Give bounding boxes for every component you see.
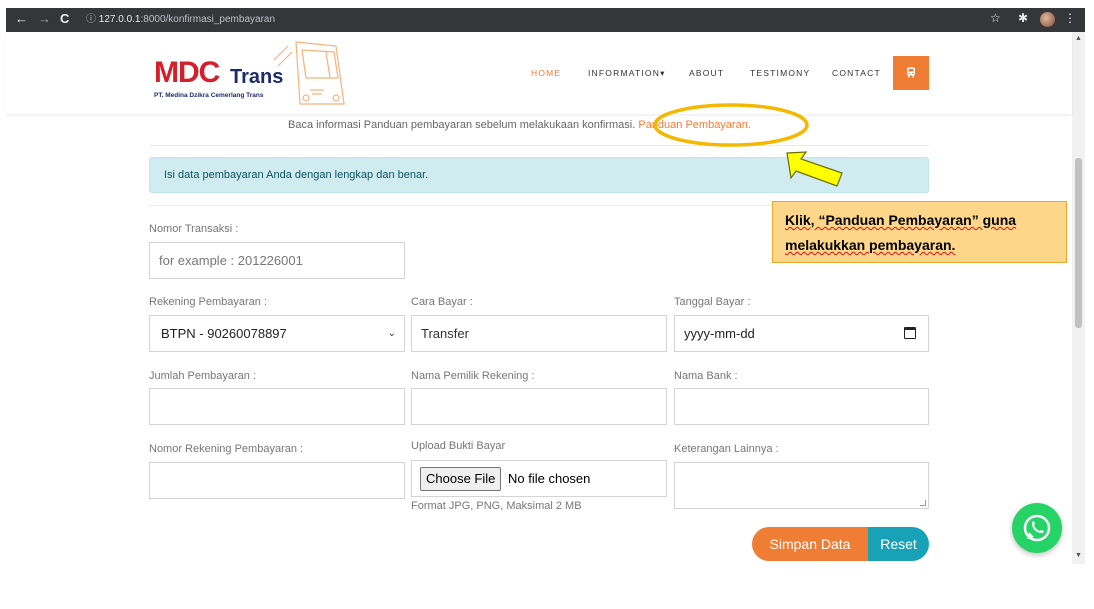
bus-logo-icon — [273, 41, 345, 105]
profile-avatar[interactable] — [1040, 12, 1055, 27]
extensions-icon[interactable]: ✱ — [1018, 11, 1028, 25]
payment-guide-link[interactable]: Panduan Pembayaran. — [638, 119, 751, 131]
upload-bukti-file-input[interactable]: Choose File No file chosen — [411, 460, 667, 497]
annotation-callout: Klik, “Panduan Pembayaran” guna melakukk… — [772, 201, 1067, 263]
upload-bukti-label: Upload Bukti Bayar — [411, 440, 506, 452]
payment-guide-info: Baca informasi Panduan pembayaran sebelu… — [288, 119, 751, 131]
chevron-down-icon: ⌄ — [387, 328, 396, 339]
chevron-down-icon: ▾ — [660, 68, 666, 78]
logo-main-text: MDC — [154, 56, 220, 89]
scrollbar-thumb[interactable] — [1075, 158, 1082, 328]
url-path: :8000/konfirmasi_pembayaran — [140, 14, 276, 25]
nav-information-label: INFORMATION — [588, 68, 661, 78]
payment-guide-text: Baca informasi Panduan pembayaran sebelu… — [288, 119, 636, 131]
menu-more-icon[interactable]: ⋮ — [1064, 11, 1076, 25]
browser-toolbar: ← → C ⓘ 127.0.0.1:8000/konfirmasi_pembay… — [6, 8, 1085, 32]
scrollbar[interactable]: ▲ ▼ — [1072, 32, 1085, 564]
bus-icon — [907, 67, 915, 78]
nav-home[interactable]: HOME — [531, 68, 561, 78]
file-status-text: No file chosen — [508, 471, 591, 486]
nama-bank-label: Nama Bank : — [674, 370, 738, 382]
nav-about[interactable]: ABOUT — [689, 68, 724, 78]
tanggal-bayar-label: Tanggal Bayar : — [674, 296, 751, 308]
whatsapp-button[interactable] — [1012, 503, 1062, 553]
bookmark-star-icon[interactable]: ☆ — [990, 11, 1001, 25]
header-bus-button[interactable] — [893, 56, 929, 90]
forward-icon[interactable]: → — [38, 11, 51, 26]
annotation-line-1: Klik, “Panduan Pembayaran” guna — [785, 212, 1017, 228]
jumlah-pembayaran-input[interactable] — [149, 388, 405, 425]
rekening-label: Rekening Pembayaran : — [149, 296, 268, 308]
keterangan-textarea[interactable] — [674, 462, 929, 509]
nomor-transaksi-input[interactable]: for example : 201226001 — [149, 242, 405, 279]
nomor-transaksi-label: Nomor Transaksi : — [149, 223, 239, 235]
scroll-down-icon[interactable]: ▼ — [1075, 552, 1082, 559]
info-alert: Isi data pembayaran Anda dengan lengkap … — [149, 157, 929, 193]
scroll-up-icon[interactable]: ▲ — [1075, 35, 1082, 42]
nama-bank-input[interactable] — [674, 388, 929, 425]
site-info-icon[interactable]: ⓘ — [86, 14, 96, 25]
rekening-selected-value: BTPN - 90260078897 — [161, 326, 287, 341]
annotation-line-2: melakukkan pembayaran. — [785, 237, 956, 253]
site-logo[interactable]: MDC Trans PT. Medina Dzikra Cemerlang Tr… — [154, 38, 354, 110]
cara-bayar-input[interactable]: Transfer — [411, 315, 667, 352]
logo-tagline: PT. Medina Dzikra Cemerlang Trans — [154, 92, 264, 99]
nama-pemilik-label: Nama Pemilik Rekening : — [411, 370, 535, 382]
nav-testimony[interactable]: TESTIMONY — [750, 68, 810, 78]
nav-contact[interactable]: CONTACT — [832, 68, 881, 78]
calendar-icon[interactable] — [904, 327, 916, 339]
tanggal-bayar-placeholder: yyyy-mm-dd — [684, 326, 755, 341]
divider — [149, 145, 929, 146]
whatsapp-icon — [1023, 514, 1051, 542]
rekening-select[interactable]: BTPN - 90260078897 ⌄ — [149, 315, 405, 352]
choose-file-button[interactable]: Choose File — [420, 467, 502, 491]
nama-pemilik-input[interactable] — [411, 388, 667, 425]
nomor-rekening-label: Nomor Rekening Pembayaran : — [149, 443, 304, 455]
reload-icon[interactable]: C — [60, 11, 69, 26]
cara-bayar-label: Cara Bayar : — [411, 296, 473, 308]
nomor-rekening-input[interactable] — [149, 462, 405, 499]
address-bar[interactable]: ⓘ 127.0.0.1:8000/konfirmasi_pembayaran — [86, 11, 1006, 29]
reset-button[interactable]: Reset — [868, 527, 929, 561]
url-host: 127.0.0.1 — [98, 14, 141, 25]
resize-handle-icon[interactable] — [920, 500, 926, 506]
jumlah-pembayaran-label: Jumlah Pembayaran : — [149, 370, 256, 382]
save-button[interactable]: Simpan Data — [752, 527, 868, 561]
tanggal-bayar-input[interactable]: yyyy-mm-dd — [674, 315, 929, 352]
back-icon[interactable]: ← — [15, 11, 28, 26]
keterangan-label: Keterangan Lainnya : — [674, 443, 779, 455]
upload-hint: Format JPG, PNG, Maksimal 2 MB — [411, 500, 582, 512]
nav-information[interactable]: INFORMATION▾ — [588, 68, 666, 79]
